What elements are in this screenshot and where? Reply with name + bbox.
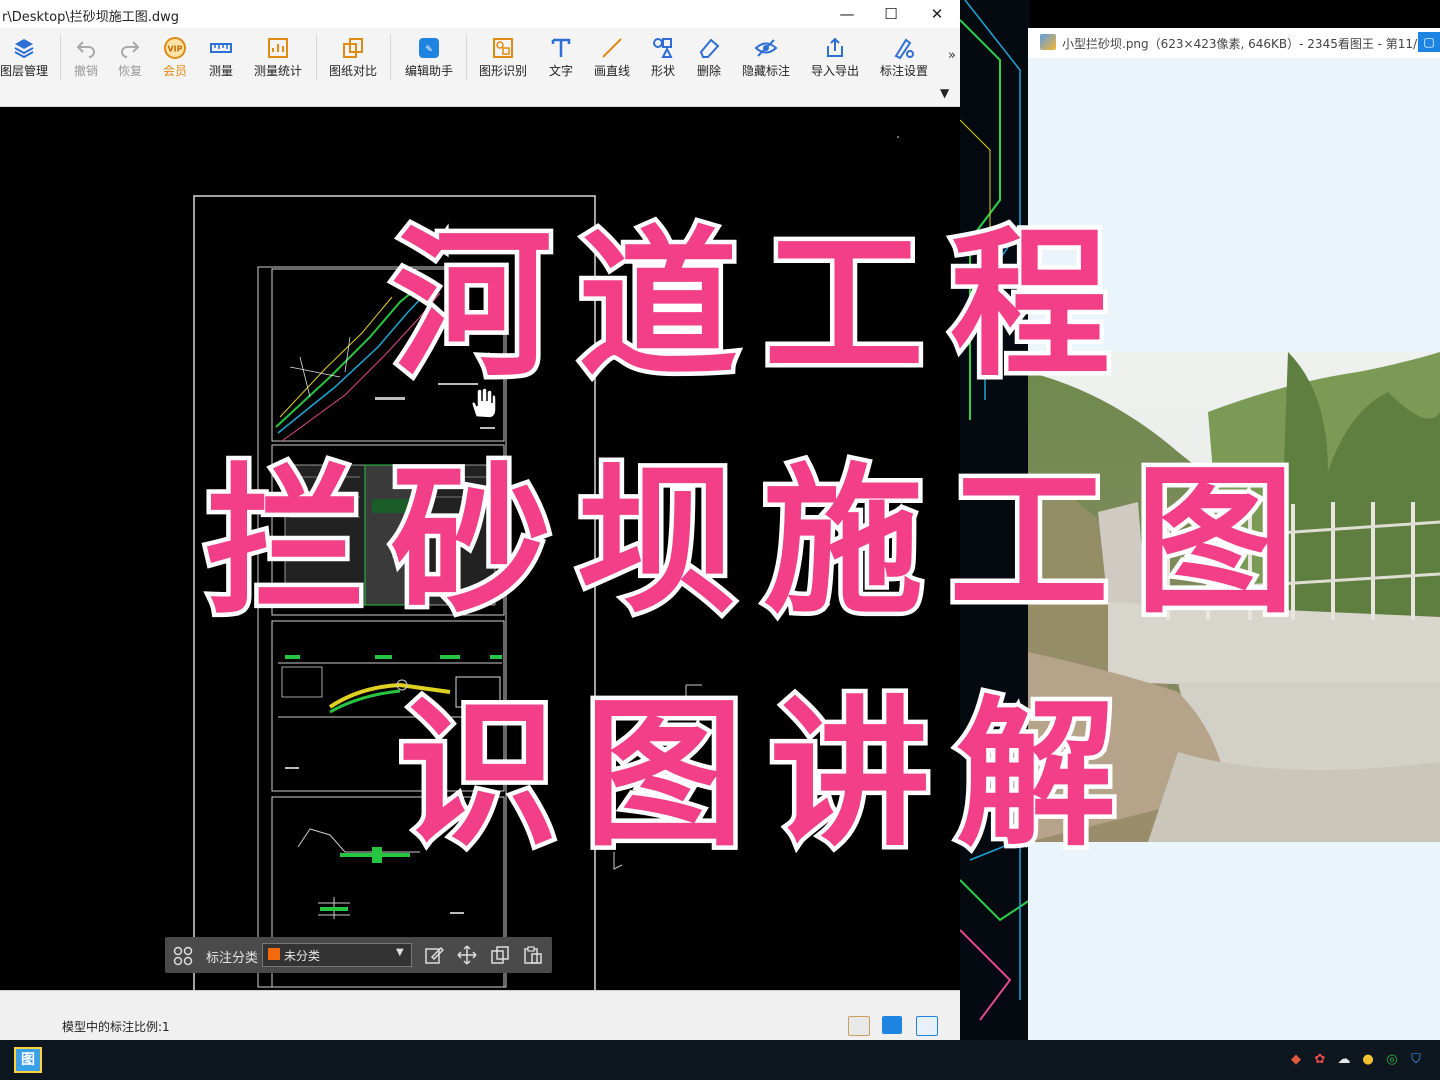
status-window-button[interactable] [916, 1016, 938, 1036]
tray-security-icon[interactable]: ⛉ [1408, 1052, 1424, 1068]
toolbar-label: 画直线 [593, 64, 630, 78]
taskbar [0, 1040, 1440, 1080]
measure-stats-icon [268, 38, 288, 58]
compare-icon [343, 38, 363, 58]
taskbar-app-icon[interactable]: 图 [14, 1047, 42, 1073]
toolbar-label: 隐藏标注 [741, 64, 790, 78]
toolbar-label: 删除 [696, 64, 721, 78]
toolbar-delete-button[interactable]: 删除 [688, 36, 730, 86]
toolbar-annotation-settings-button[interactable]: 标注设置 [874, 36, 934, 86]
tray-flower-icon[interactable]: ✿ [1312, 1052, 1328, 1068]
image-viewer-title: 小型拦砂坝.png（623×423像素, 646KB）- 2345看图王 - 第… [1062, 37, 1425, 51]
toolbar-edit-assistant-button[interactable]: ✎ 编辑助手 [398, 36, 460, 86]
toolbar-line-button[interactable]: 画直线 [588, 36, 636, 86]
overlay-title-line-3: 识图讲解 [393, 681, 1143, 868]
toolbar-label: 标注设置 [879, 64, 928, 78]
tray-shield-icon[interactable]: ◆ [1288, 1052, 1304, 1068]
annotation-scale-status: 模型中的标注比例:1 [62, 1020, 170, 1034]
toolbar-divider [466, 34, 467, 80]
overlay-title-line-1: 河道工程 [387, 211, 1137, 398]
undo-icon [76, 41, 95, 58]
line-icon [602, 38, 622, 58]
category-color-swatch [268, 948, 280, 960]
toolbar-label: 恢复 [117, 64, 142, 78]
toolbar-label: 会员 [162, 64, 187, 78]
copy-icon[interactable] [490, 945, 510, 965]
toolbar-collapse-button[interactable]: ▼ [940, 86, 949, 100]
toolbar-measure-button[interactable]: 测量 [200, 36, 242, 86]
toolbar-label: 撤销 [73, 64, 98, 78]
toolbar-label: 图层管理 [0, 64, 49, 78]
toolbar-redo-button[interactable]: 恢复 [110, 36, 150, 86]
close-button[interactable]: ✕ [916, 2, 958, 26]
toolbar-divider [316, 34, 317, 80]
toolbar-text-button[interactable]: 文字 [540, 36, 582, 86]
maximize-button[interactable]: ☐ [870, 2, 912, 26]
toolbar-undo-button[interactable]: 撤销 [66, 36, 106, 86]
toolbar-label: 导入导出 [810, 64, 859, 78]
toolbar-divider [60, 34, 61, 80]
hide-annotation-icon [754, 39, 778, 57]
toolbar-import-export-button[interactable]: 导入导出 [804, 36, 866, 86]
toolbar-label: 图纸对比 [328, 64, 377, 78]
shape-icon [653, 38, 673, 58]
grid-icon[interactable] [173, 946, 193, 966]
toolbar-label: 测量 [208, 64, 233, 78]
toolbar-measure-stats-button[interactable]: 测量统计 [248, 36, 308, 86]
annotation-category-label: 标注分类 [206, 951, 259, 966]
cad-toolbar: 图层管理 撤销 恢复 VIP 会员 测量 测量统计 图纸对比 ✎ 编辑助手 图形… [0, 28, 960, 107]
redo-icon [121, 41, 140, 58]
toolbar-vip-button[interactable]: VIP 会员 [155, 36, 195, 86]
annotation-settings-icon [894, 38, 914, 60]
tray-cloud-icon[interactable]: ☁ [1336, 1052, 1352, 1068]
ruler-icon [210, 43, 232, 53]
image-viewer-app-icon [1040, 34, 1056, 50]
move-icon[interactable] [457, 945, 477, 965]
toolbar-label: 文字 [548, 64, 573, 78]
status-model-button[interactable] [882, 1016, 902, 1034]
text-icon [551, 38, 571, 57]
annotation-category-value: 未分类 [284, 949, 321, 963]
svg-text:✎: ✎ [425, 45, 433, 55]
eraser-icon [699, 38, 720, 58]
vip-badge-text: VIP [167, 45, 182, 54]
edit-assistant-icon: ✎ [419, 38, 439, 58]
chevron-down-icon: ▼ [396, 947, 404, 958]
shape-recognition-icon [493, 38, 513, 58]
vip-icon: VIP [164, 37, 186, 59]
tray-qq-icon[interactable]: ● [1360, 1052, 1376, 1068]
toolbar-shape-recognition-button[interactable]: 图形识别 [472, 36, 534, 86]
toolbar-label: 编辑助手 [404, 64, 453, 78]
toolbar-label: 形状 [650, 64, 675, 78]
toolbar-label: 图形识别 [478, 64, 527, 78]
tray-network-icon[interactable]: ◎ [1384, 1052, 1400, 1068]
status-layout-button[interactable] [848, 1016, 870, 1036]
cad-window-title: r\Desktop\拦砂坝施工图.dwg [2, 10, 179, 25]
toolbar-shape-button[interactable]: 形状 [642, 36, 684, 86]
paste-icon[interactable] [523, 945, 543, 965]
toolbar-layers-button[interactable]: 图层管理 [0, 36, 48, 86]
import-export-icon [827, 37, 843, 57]
toolbar-hide-annotation-button[interactable]: 隐藏标注 [736, 36, 796, 86]
toolbar-divider [390, 34, 391, 80]
edit-icon[interactable] [424, 945, 444, 965]
image-viewer-menu-button[interactable]: ▢ [1418, 32, 1440, 52]
overlay-title-line-2: 拦砂坝施工图 [200, 448, 1322, 635]
toolbar-more-button[interactable]: » [948, 48, 956, 63]
layers-icon [14, 39, 34, 59]
toolbar-compare-button[interactable]: 图纸对比 [322, 36, 384, 86]
toolbar-label: 测量统计 [253, 64, 302, 78]
minimize-button[interactable]: — [826, 2, 868, 26]
